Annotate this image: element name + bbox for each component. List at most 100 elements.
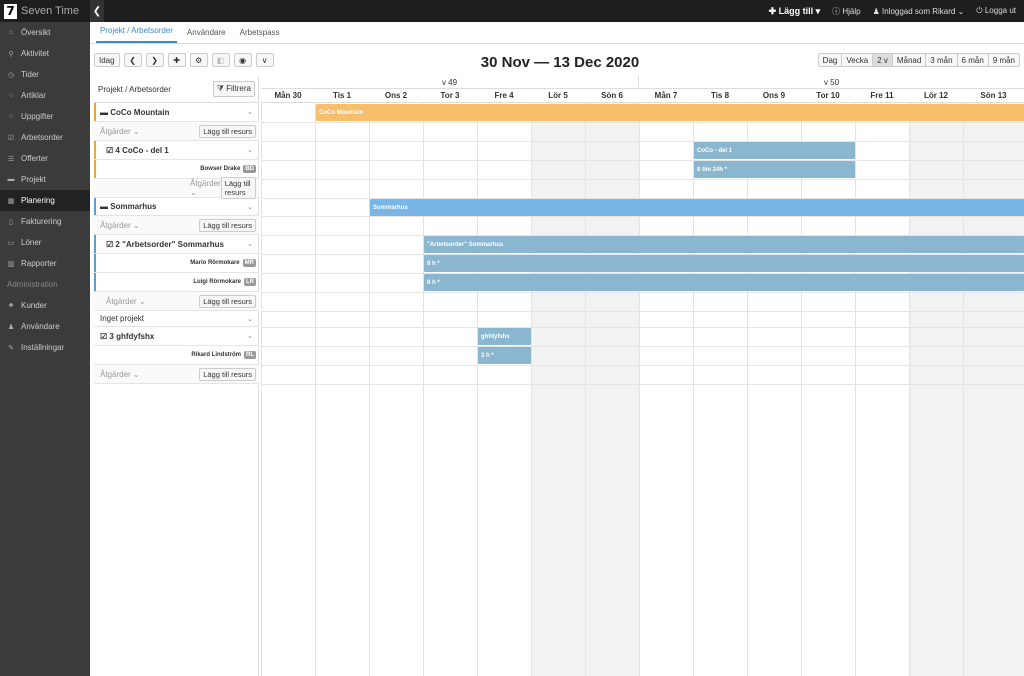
day-column[interactable] (747, 103, 801, 676)
sidebar-item-aktivitet[interactable]: ⚲ Aktivitet (0, 43, 90, 64)
actions-dropdown[interactable]: Åtgärder ⌄ (100, 179, 221, 197)
sidebar-item-offerter[interactable]: ☰ Offerter (0, 148, 90, 169)
file-icon: ▯ (9, 218, 13, 226)
project-title: CoCo Mountain (110, 107, 170, 117)
day-column-weekend[interactable] (585, 103, 639, 676)
resource-row[interactable]: Rikard Lindström RL (94, 346, 259, 365)
workorder-row[interactable]: ☑ 4 CoCo - del 1 ⌄ (94, 141, 259, 160)
prev-button[interactable]: ❮ (123, 53, 142, 67)
actions-dropdown[interactable]: Åtgärder ⌄ (100, 221, 140, 230)
view-vecka[interactable]: Vecka (842, 53, 874, 67)
day-header: Tis 8 (693, 89, 747, 103)
event-bar-luigi[interactable]: 8 h * (424, 274, 1024, 291)
tab-anvandare[interactable]: Användare (183, 28, 230, 43)
settings-button[interactable]: ⚙ (189, 53, 208, 67)
row-divider (261, 216, 1024, 217)
sidebar-item-planering[interactable]: ▦ Planering (0, 190, 90, 211)
event-bar-coco-del-1[interactable]: CoCo - del 1 (694, 142, 855, 159)
next-button[interactable]: ❯ (145, 53, 164, 67)
add-button[interactable]: ✚ (167, 53, 186, 67)
view-2v[interactable]: 2 v (873, 53, 893, 67)
logout-link[interactable]: ⏻ Logga ut (976, 6, 1016, 16)
chevron-down-icon[interactable]: ⌄ (247, 203, 253, 211)
more-dropdown-button[interactable]: ∨ (255, 53, 274, 67)
chevron-down-icon[interactable]: ⌄ (247, 108, 253, 116)
list-icon: ☰ (7, 155, 15, 163)
home-icon: ⌂ (8, 29, 14, 36)
row-divider (261, 160, 1024, 161)
view-6man[interactable]: 6 mån (957, 53, 989, 67)
tab-arbetspass[interactable]: Arbetspass (236, 28, 284, 43)
add-new-dropdown[interactable]: ✚ Lägg till ▾ (769, 6, 821, 17)
resource-tree: Projekt / Arbetsorder ⧩ Filtrera ▬ CoCo … (94, 76, 259, 676)
user-menu[interactable]: ♟ Inloggad som Rikard ⌄ (873, 7, 965, 16)
add-resource-button[interactable]: Lägg till resurs (199, 124, 256, 138)
today-button[interactable]: Idag (94, 53, 120, 67)
sidebar-item-artiklar[interactable]: ○ Artiklar (0, 85, 90, 106)
sidebar-item-projekt[interactable]: ▬ Projekt (0, 169, 90, 190)
workorder-row[interactable]: ☑ 3 ghfdyfshx ⌄ (94, 327, 259, 346)
view-manad[interactable]: Månad (892, 53, 927, 67)
filter-button[interactable]: ⧩ Filtrera (212, 81, 255, 97)
sidebar-item-anvandare[interactable]: ♟ Användare (0, 316, 90, 337)
disabled-button[interactable]: ◧ (211, 53, 230, 67)
event-bar-mario[interactable]: 8 h * (424, 255, 1024, 272)
event-bar-ghfdyfshx[interactable]: ghfdyfshx (478, 328, 531, 345)
day-column-weekend[interactable] (531, 103, 585, 676)
chevron-down-icon[interactable]: ⌄ (247, 315, 253, 323)
day-column[interactable] (855, 103, 909, 676)
view-3man[interactable]: 3 mån (926, 53, 958, 67)
sidebar-item-oversikt[interactable]: ⌂ Översikt (0, 22, 90, 43)
tab-projekt-arbetsorder[interactable]: Projekt / Arbetsorder (96, 26, 177, 43)
chevron-down-icon[interactable]: ⌄ (247, 146, 253, 154)
chevron-down-icon[interactable]: ⌄ (247, 332, 253, 340)
add-resource-button[interactable]: Lägg till resurs (220, 177, 256, 199)
day-column[interactable] (639, 103, 693, 676)
sidebar-item-loner[interactable]: ▭ Löner (0, 232, 90, 253)
view-dag[interactable]: Dag (817, 53, 843, 67)
add-resource-button[interactable]: Lägg till resurs (199, 367, 256, 381)
event-bar-bowser[interactable]: 8 tim 24h * (694, 161, 855, 178)
sidebar-item-uppgifter[interactable]: ○ Uppgifter (0, 106, 90, 127)
app-logo[interactable]: 7 Seven Time (0, 0, 90, 22)
sidebar-item-label: Planering (21, 196, 55, 205)
project-row[interactable]: ▬ CoCo Mountain ⌄ (94, 103, 259, 122)
resource-row[interactable]: Luigi Rörmokare LR (94, 273, 259, 292)
no-project-row[interactable]: Inget projekt ⌄ (94, 311, 259, 327)
day-column[interactable] (693, 103, 747, 676)
sidebar-item-kunder[interactable]: ♣ Kunder (0, 295, 90, 316)
day-column-weekend[interactable] (963, 103, 1024, 676)
event-bar-rikard[interactable]: 3 h * (478, 347, 531, 364)
help-link[interactable]: ⓘ Hjälp (832, 6, 860, 17)
sidebar-item-tider[interactable]: ◷ Tider (0, 64, 90, 85)
day-column[interactable] (315, 103, 369, 676)
sidebar-item-rapporter[interactable]: ▥ Rapporter (0, 253, 90, 274)
project-row[interactable]: ▬ Sommarhus ⌄ (94, 198, 259, 216)
day-header: Lör 5 (531, 89, 585, 103)
view-9man[interactable]: 9 mån (988, 53, 1020, 67)
chevron-down-icon[interactable]: ⌄ (247, 240, 253, 248)
actions-dropdown[interactable]: Åtgärder ⌄ (100, 127, 140, 136)
resource-row[interactable]: Mario Rörmokare MR (94, 254, 259, 273)
day-column[interactable] (477, 103, 531, 676)
add-resource-button[interactable]: Lägg till resurs (199, 218, 256, 232)
sidebar-collapse-button[interactable]: ❮ (90, 0, 104, 22)
actions-dropdown[interactable]: Åtgärder ⌄ (100, 370, 140, 379)
event-bar-coco-mountain[interactable]: CoCo Mountain (316, 104, 1024, 121)
day-column-weekend[interactable] (909, 103, 963, 676)
day-column[interactable] (369, 103, 423, 676)
resource-name: Rikard Lindström (191, 352, 241, 358)
sidebar-item-fakturering[interactable]: ▯ Fakturering (0, 211, 90, 232)
actions-dropdown[interactable]: Åtgärder ⌄ (100, 297, 146, 306)
sidebar-item-arbetsorder[interactable]: ☑ Arbetsorder (0, 127, 90, 148)
event-bar-sommarhus[interactable]: Sommarhus (370, 199, 1024, 216)
day-column[interactable] (261, 103, 315, 676)
view-toggle-button[interactable]: ◉ (233, 53, 252, 67)
add-resource-button[interactable]: Lägg till resurs (199, 294, 256, 308)
sidebar-item-installningar[interactable]: ✎ Inställningar (0, 337, 90, 358)
sidebar-item-label: Användare (21, 322, 60, 331)
event-bar-arbetsorder-sommarhus[interactable]: "Arbetsorder" Sommarhus (424, 236, 1024, 253)
day-column[interactable] (423, 103, 477, 676)
day-column[interactable] (801, 103, 855, 676)
workorder-row[interactable]: ☑ 2 "Arbetsorder" Sommarhus ⌄ (94, 235, 259, 254)
